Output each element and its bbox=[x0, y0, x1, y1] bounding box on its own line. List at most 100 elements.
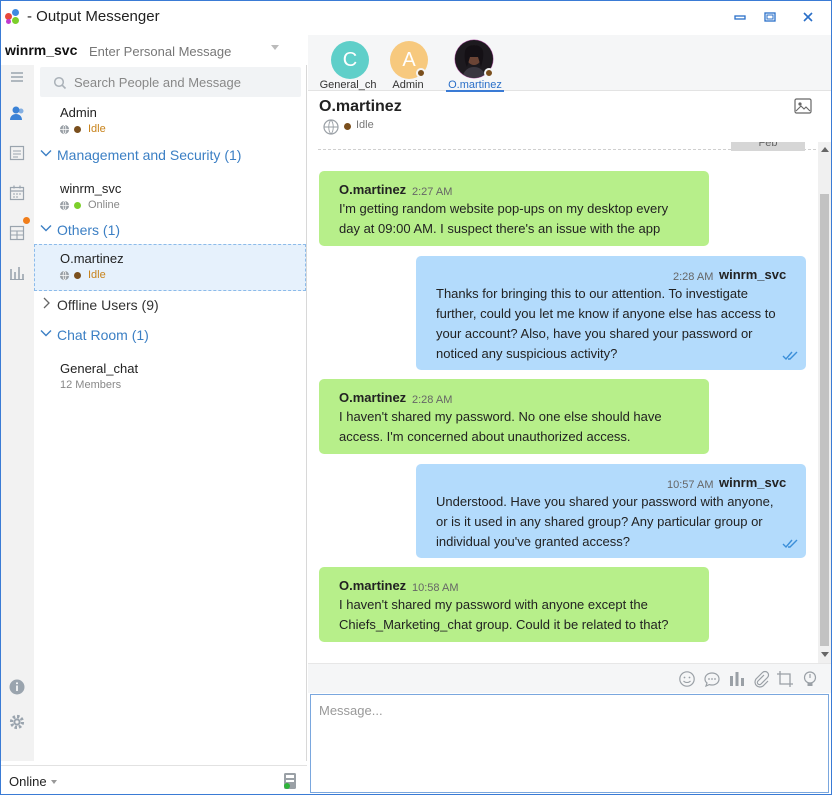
chatroom-general-chat[interactable]: General_chat 12 Members bbox=[34, 355, 306, 399]
chat-area: C General_ch A Admin O.martinez O.martin… bbox=[308, 35, 831, 794]
presence-dropdown-icon[interactable] bbox=[51, 780, 57, 784]
personal-message-input[interactable] bbox=[83, 41, 285, 61]
search-icon bbox=[53, 76, 67, 90]
group-offline-users[interactable]: Offline Users (9) bbox=[34, 295, 174, 317]
status-text: Idle bbox=[88, 123, 106, 135]
message-scrollbar[interactable] bbox=[818, 142, 831, 663]
close-icon[interactable] bbox=[800, 11, 816, 27]
group-label: Offline Users (9) bbox=[57, 297, 159, 313]
message-composer bbox=[310, 694, 829, 793]
status-text: Online bbox=[88, 199, 120, 211]
idle-dot bbox=[74, 126, 81, 133]
app-window: - Output Messenger winrm_svc Enter Perso… bbox=[0, 0, 832, 795]
date-chip: Feb bbox=[731, 142, 805, 151]
search-box bbox=[40, 67, 301, 97]
idle-dot bbox=[484, 68, 494, 78]
contact-name: O.martinez bbox=[60, 251, 124, 266]
chatroom-members: 12 Members bbox=[60, 379, 122, 391]
globe-icon bbox=[59, 124, 70, 135]
device-status-icon[interactable] bbox=[283, 772, 297, 790]
bulb-icon[interactable] bbox=[801, 670, 819, 688]
personal-message-dropdown-icon[interactable] bbox=[271, 45, 279, 50]
current-user-name: winrm_svc bbox=[5, 42, 78, 58]
info-icon[interactable] bbox=[7, 677, 27, 697]
group-chat-room[interactable]: Chat Room (1) bbox=[34, 325, 174, 347]
chat-header: O.martinez Idle bbox=[308, 92, 831, 142]
message-text: I haven't shared my password. No one els… bbox=[339, 409, 662, 444]
status-text: Idle bbox=[88, 269, 106, 281]
message-incoming: O.martinez 10:58 AM I haven't shared my … bbox=[319, 567, 709, 642]
globe-icon bbox=[323, 119, 339, 135]
message-outgoing: 10:57 AM winrm_svc Understood. Have you … bbox=[416, 464, 806, 558]
globe-icon bbox=[59, 200, 70, 211]
chat-title: O.martinez bbox=[319, 98, 402, 115]
tab-general-chat[interactable]: C General_ch bbox=[316, 39, 382, 91]
scroll-thumb[interactable] bbox=[820, 194, 829, 646]
emoji-icon[interactable] bbox=[678, 670, 696, 688]
presence-status-bar: Online bbox=[1, 765, 307, 794]
chevron-down-icon bbox=[40, 225, 52, 232]
maximize-icon[interactable] bbox=[762, 11, 778, 27]
scroll-up-icon[interactable] bbox=[821, 147, 829, 152]
tab-label: General_ch bbox=[319, 79, 377, 91]
contacts-panel: Admin Idle Management and Security (1) w… bbox=[34, 65, 307, 761]
globe-icon bbox=[59, 270, 70, 281]
message-outgoing: 2:28 AM winrm_svc Thanks for bringing th… bbox=[416, 256, 806, 370]
contact-name: winrm_svc bbox=[60, 181, 122, 196]
message-text: I haven't shared my password with anyone… bbox=[339, 597, 669, 632]
presence-status-select[interactable]: Online bbox=[9, 774, 47, 789]
group-others[interactable]: Others (1) bbox=[34, 220, 154, 242]
image-icon[interactable] bbox=[794, 98, 812, 114]
app-logo-icon bbox=[5, 9, 23, 25]
notes-icon[interactable] bbox=[7, 143, 27, 163]
minimize-icon[interactable] bbox=[732, 11, 748, 27]
attach-icon[interactable] bbox=[752, 670, 770, 688]
idle-dot bbox=[74, 272, 81, 279]
menu-icon[interactable] bbox=[7, 67, 27, 87]
group-label: Chat Room (1) bbox=[57, 327, 149, 343]
group-management-security[interactable]: Management and Security (1) bbox=[34, 145, 274, 167]
group-label: Management and Security (1) bbox=[57, 147, 242, 163]
message-sender: O.martinez bbox=[339, 390, 407, 405]
message-text: Understood. Have you shared your passwor… bbox=[436, 494, 774, 549]
message-text: Thanks for bringing this to our attentio… bbox=[436, 286, 776, 361]
contact-name: Admin bbox=[60, 105, 97, 120]
contact-omartinez[interactable]: O.martinez Idle bbox=[34, 244, 306, 291]
message-sender: O.martinez bbox=[339, 578, 407, 593]
chat-status: Idle bbox=[356, 119, 374, 131]
chatroom-name: General_chat bbox=[60, 361, 139, 376]
board-icon[interactable] bbox=[7, 223, 27, 243]
tab-label: Admin bbox=[392, 79, 424, 91]
contacts-icon[interactable] bbox=[7, 103, 27, 123]
calendar-icon[interactable] bbox=[7, 183, 27, 203]
message-sender: winrm_svc bbox=[719, 267, 787, 282]
settings-icon[interactable] bbox=[7, 712, 27, 732]
online-dot bbox=[74, 202, 81, 209]
scroll-down-icon[interactable] bbox=[821, 652, 829, 657]
contact-admin[interactable]: Admin Idle bbox=[34, 99, 306, 143]
chat-bubble-icon[interactable] bbox=[703, 670, 721, 688]
search-input[interactable] bbox=[74, 73, 294, 91]
message-sender: O.martinez bbox=[339, 182, 407, 197]
message-incoming: O.martinez 2:28 AM I haven't shared my p… bbox=[319, 379, 709, 454]
read-tick-icon bbox=[782, 351, 798, 361]
message-incoming: O.martinez 2:27 AM I'm getting random we… bbox=[319, 171, 709, 246]
conversation-tabs: C General_ch A Admin O.martinez bbox=[308, 35, 831, 93]
window-title: - Output Messenger bbox=[27, 8, 160, 25]
read-tick-icon bbox=[782, 539, 798, 549]
left-rail bbox=[1, 65, 34, 761]
message-text: I'm getting random website pop-ups on my… bbox=[339, 201, 669, 236]
title-bar: - Output Messenger bbox=[1, 1, 831, 35]
tab-admin[interactable]: A Admin bbox=[382, 39, 434, 91]
poll-icon[interactable] bbox=[728, 670, 746, 688]
message-input[interactable] bbox=[311, 695, 828, 792]
reports-icon[interactable] bbox=[7, 263, 27, 283]
composer-toolbar bbox=[308, 663, 831, 693]
idle-dot bbox=[344, 123, 351, 130]
tab-omartinez[interactable]: O.martinez bbox=[446, 39, 504, 93]
screenshot-icon[interactable] bbox=[776, 670, 794, 688]
contact-winrm-svc[interactable]: winrm_svc Online bbox=[34, 175, 306, 219]
avatar: C bbox=[331, 41, 369, 79]
chevron-down-icon bbox=[40, 150, 52, 157]
message-list: Feb O.martinez 2:27 AM I'm getting rando… bbox=[308, 142, 831, 663]
